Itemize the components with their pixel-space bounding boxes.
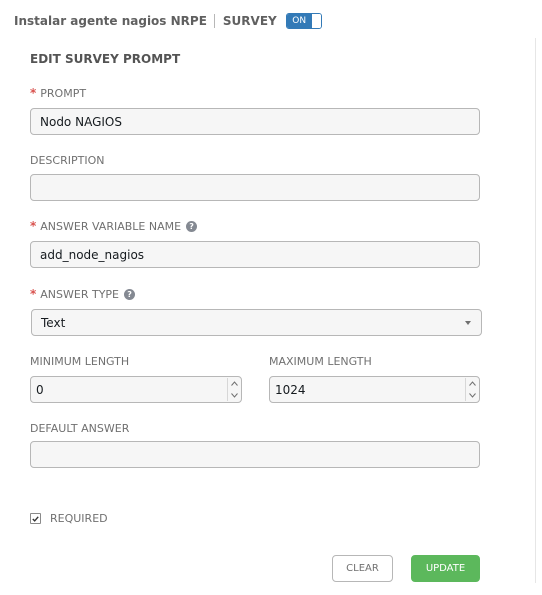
job-template-name: Instalar agente nagios NRPE (14, 14, 207, 28)
survey-toggle[interactable]: ON (285, 13, 322, 29)
chevron-down-icon[interactable] (228, 390, 240, 402)
required-asterisk: * (30, 287, 37, 301)
answer-variable-name-input[interactable] (30, 241, 480, 268)
required-asterisk: * (30, 219, 37, 233)
clear-button[interactable]: CLEAR (332, 555, 393, 582)
required-checkbox[interactable] (30, 513, 41, 524)
prompt-label-text: PROMPT (40, 86, 87, 100)
panel-title: EDIT SURVEY PROMPT (30, 52, 181, 66)
survey-toggle-on-label: ON (286, 14, 312, 28)
maximum-length-spinner (465, 378, 478, 401)
answer-type-label: * ANSWER TYPE ? (30, 287, 136, 301)
answer-type-select[interactable]: Text (31, 309, 482, 336)
default-answer-label: DEFAULT ANSWER (30, 422, 129, 435)
maximum-length-stepper[interactable]: 1024 (269, 376, 480, 403)
minimum-length-stepper[interactable]: 0 (30, 376, 242, 403)
question-circle-icon[interactable]: ? (124, 288, 136, 300)
default-answer-label-text: DEFAULT ANSWER (30, 422, 130, 435)
description-label: DESCRIPTION (30, 154, 104, 167)
minimum-length-value: 0 (36, 382, 44, 397)
description-input[interactable] (30, 174, 480, 201)
answer-variable-name-label: * ANSWER VARIABLE NAME ? (30, 219, 198, 233)
prompt-input[interactable] (30, 108, 480, 135)
chevron-up-icon[interactable] (228, 378, 240, 390)
default-answer-input[interactable] (30, 441, 480, 468)
minimum-length-label: MINIMUM LENGTH (30, 355, 129, 368)
description-label-text: DESCRIPTION (30, 154, 105, 167)
answer-type-label-text: ANSWER TYPE (40, 287, 120, 301)
update-button[interactable]: UPDATE (411, 555, 480, 582)
survey-toggle-knob (311, 14, 321, 28)
question-circle-icon[interactable]: ? (186, 220, 198, 232)
chevron-up-icon[interactable] (466, 378, 478, 390)
minimum-length-spinner (227, 378, 240, 401)
required-label: REQUIRED (50, 512, 108, 525)
answer-variable-name-label-text: ANSWER VARIABLE NAME (40, 219, 182, 233)
maximum-length-label-text: MAXIMUM LENGTH (269, 355, 372, 368)
chevron-down-icon[interactable] (466, 390, 478, 402)
panel-divider (535, 38, 536, 583)
page-header: Instalar agente nagios NRPE SURVEY ON (14, 10, 322, 32)
answer-type-selected-value: Text (41, 315, 66, 330)
required-asterisk: * (30, 86, 37, 100)
header-divider (213, 14, 215, 28)
prompt-label: * PROMPT (30, 86, 86, 100)
check-icon (32, 515, 39, 522)
caret-down-icon (465, 321, 471, 325)
minimum-length-label-text: MINIMUM LENGTH (30, 355, 130, 368)
required-checkbox-row: REQUIRED (30, 512, 108, 525)
survey-label: SURVEY (222, 14, 277, 28)
maximum-length-value: 1024 (275, 382, 306, 397)
maximum-length-label: MAXIMUM LENGTH (269, 355, 372, 368)
